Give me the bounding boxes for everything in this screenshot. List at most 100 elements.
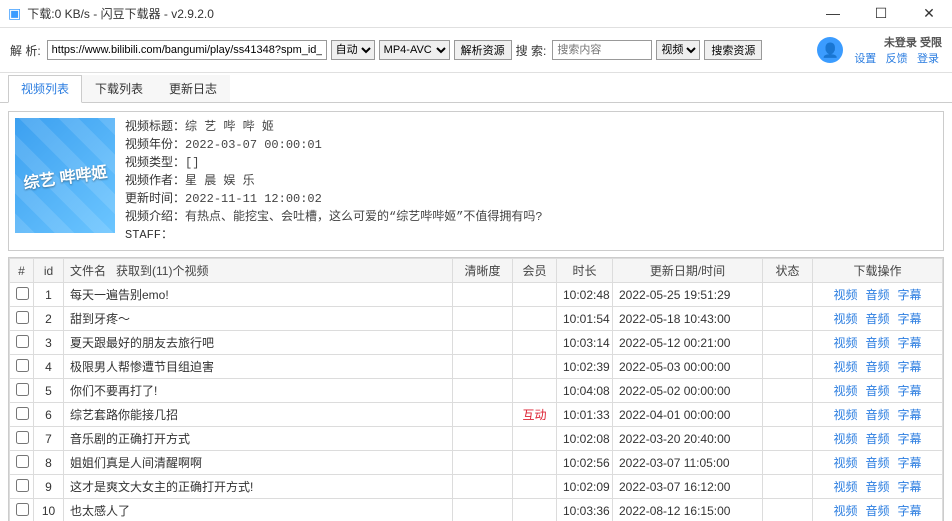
download-subtitle-link[interactable]: 字幕: [898, 288, 922, 302]
table-row[interactable]: 10也太感人了10:03:362022-08-12 16:15:00视频音频字幕: [10, 499, 943, 521]
download-subtitle-link[interactable]: 字幕: [898, 312, 922, 326]
parse-button[interactable]: 解析资源: [454, 40, 512, 60]
window-title: 下载:0 KB/s - 闪豆下载器 - v2.9.2.0: [27, 5, 818, 22]
download-subtitle-link[interactable]: 字幕: [898, 408, 922, 422]
cell-filename: 姐姐们真是人间清醒啊啊: [64, 451, 453, 475]
feedback-link[interactable]: 反馈: [886, 53, 908, 65]
cell-status: [763, 451, 813, 475]
cell-quality: [453, 499, 513, 521]
table-row[interactable]: 4极限男人帮惨遭节目组迫害10:02:392022-05-03 00:00:00…: [10, 355, 943, 379]
download-video-link[interactable]: 视频: [833, 432, 857, 446]
cell-date: 2022-03-20 20:40:00: [613, 427, 763, 451]
table-row[interactable]: 9这才是爽文大女主的正确打开方式!10:02:092022-03-07 16:1…: [10, 475, 943, 499]
cell-member: [513, 331, 557, 355]
row-checkbox[interactable]: [16, 287, 29, 300]
table-row[interactable]: 5你们不要再打了!10:04:082022-05-02 00:00:00视频音频…: [10, 379, 943, 403]
download-audio-link[interactable]: 音频: [865, 432, 889, 446]
tab-changelog[interactable]: 更新日志: [156, 75, 230, 102]
download-video-link[interactable]: 视频: [833, 408, 857, 422]
cell-status: [763, 499, 813, 521]
search-input[interactable]: [552, 40, 652, 60]
cell-status: [763, 427, 813, 451]
download-audio-link[interactable]: 音频: [865, 408, 889, 422]
cell-duration: 10:04:08: [557, 379, 613, 403]
search-type-select[interactable]: 视频: [656, 40, 700, 60]
url-input[interactable]: [47, 40, 327, 60]
minimize-button[interactable]: —: [818, 5, 848, 22]
cell-date: 2022-05-02 00:00:00: [613, 379, 763, 403]
mode-select[interactable]: 自动: [331, 40, 375, 60]
table-row[interactable]: 7音乐剧的正确打开方式10:02:082022-03-20 20:40:00视频…: [10, 427, 943, 451]
download-audio-link[interactable]: 音频: [865, 480, 889, 494]
search-button[interactable]: 搜索资源: [704, 40, 762, 60]
cell-member: [513, 355, 557, 379]
download-video-link[interactable]: 视频: [833, 504, 857, 518]
cover-image: 综艺 哔哔姬: [15, 118, 115, 233]
cell-duration: 10:02:56: [557, 451, 613, 475]
download-video-link[interactable]: 视频: [833, 312, 857, 326]
row-checkbox[interactable]: [16, 359, 29, 372]
table-row[interactable]: 6综艺套路你能接几招互动10:01:332022-04-01 00:00:00视…: [10, 403, 943, 427]
download-subtitle-link[interactable]: 字幕: [898, 504, 922, 518]
cell-member: [513, 475, 557, 499]
cell-ops: 视频音频字幕: [813, 283, 943, 307]
cell-filename: 极限男人帮惨遭节目组迫害: [64, 355, 453, 379]
cell-ops: 视频音频字幕: [813, 331, 943, 355]
download-subtitle-link[interactable]: 字幕: [898, 456, 922, 470]
cell-filename: 音乐剧的正确打开方式: [64, 427, 453, 451]
cell-member: [513, 379, 557, 403]
row-checkbox[interactable]: [16, 335, 29, 348]
settings-link[interactable]: 设置: [854, 53, 876, 65]
download-video-link[interactable]: 视频: [833, 384, 857, 398]
download-video-link[interactable]: 视频: [833, 480, 857, 494]
download-audio-link[interactable]: 音频: [865, 456, 889, 470]
cell-quality: [453, 451, 513, 475]
download-audio-link[interactable]: 音频: [865, 336, 889, 350]
avatar[interactable]: 👤: [817, 37, 843, 63]
download-subtitle-link[interactable]: 字幕: [898, 480, 922, 494]
row-checkbox[interactable]: [16, 407, 29, 420]
download-audio-link[interactable]: 音频: [865, 360, 889, 374]
cell-filename: 这才是爽文大女主的正确打开方式!: [64, 475, 453, 499]
table-row[interactable]: 2甜到牙疼～10:01:542022-05-18 10:43:00视频音频字幕: [10, 307, 943, 331]
table-row[interactable]: 8姐姐们真是人间清醒啊啊10:02:562022-03-07 11:05:00视…: [10, 451, 943, 475]
download-audio-link[interactable]: 音频: [865, 384, 889, 398]
download-subtitle-link[interactable]: 字幕: [898, 360, 922, 374]
format-select[interactable]: MP4-AVC: [379, 40, 450, 60]
row-checkbox[interactable]: [16, 431, 29, 444]
row-checkbox[interactable]: [16, 455, 29, 468]
maximize-button[interactable]: ☐: [866, 5, 896, 22]
download-video-link[interactable]: 视频: [833, 456, 857, 470]
parse-label: 解 析:: [10, 42, 41, 59]
cell-status: [763, 283, 813, 307]
download-subtitle-link[interactable]: 字幕: [898, 336, 922, 350]
download-video-link[interactable]: 视频: [833, 360, 857, 374]
close-button[interactable]: ✕: [914, 5, 944, 22]
row-checkbox[interactable]: [16, 503, 29, 516]
row-checkbox[interactable]: [16, 383, 29, 396]
cell-ops: 视频音频字幕: [813, 451, 943, 475]
cell-status: [763, 331, 813, 355]
download-audio-link[interactable]: 音频: [865, 504, 889, 518]
download-video-link[interactable]: 视频: [833, 288, 857, 302]
download-audio-link[interactable]: 音频: [865, 312, 889, 326]
table-row[interactable]: 3夏天跟最好的朋友去旅行吧10:03:142022-05-12 00:21:00…: [10, 331, 943, 355]
tab-download-list[interactable]: 下载列表: [82, 75, 156, 102]
cell-date: 2022-08-12 16:15:00: [613, 499, 763, 521]
download-video-link[interactable]: 视频: [833, 336, 857, 350]
cell-ops: 视频音频字幕: [813, 427, 943, 451]
login-link[interactable]: 登录: [917, 53, 939, 65]
cell-date: 2022-05-25 19:51:29: [613, 283, 763, 307]
cell-id: 10: [34, 499, 64, 521]
app-logo-icon: ▣: [8, 5, 21, 22]
cell-quality: [453, 379, 513, 403]
row-checkbox[interactable]: [16, 479, 29, 492]
download-audio-link[interactable]: 音频: [865, 288, 889, 302]
table-row[interactable]: 1每天一遍告别emo!10:02:482022-05-25 19:51:29视频…: [10, 283, 943, 307]
download-subtitle-link[interactable]: 字幕: [898, 384, 922, 398]
tab-video-list[interactable]: 视频列表: [8, 75, 82, 103]
cell-ops: 视频音频字幕: [813, 475, 943, 499]
download-subtitle-link[interactable]: 字幕: [898, 432, 922, 446]
row-checkbox[interactable]: [16, 311, 29, 324]
cell-duration: 10:01:33: [557, 403, 613, 427]
